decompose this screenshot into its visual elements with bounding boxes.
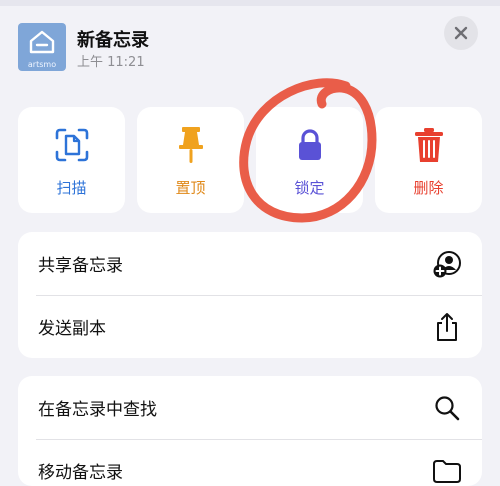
note-timestamp: 上午 11:21 [77,55,145,70]
lock-label: 锁定 [294,179,325,197]
move-note-item[interactable]: 移动备忘录 [18,439,482,486]
share-menu-group: 共享备忘录 发送副本 [18,232,482,358]
folder-icon [433,460,461,483]
scan-label: 扫描 [56,179,87,197]
send-copy-item[interactable]: 发送副本 [18,295,482,358]
house-logo-icon [29,30,55,54]
search-icon [435,396,460,421]
find-in-note-item[interactable]: 在备忘录中查找 [18,376,482,439]
find-in-note-label: 在备忘录中查找 [38,400,157,420]
delete-label: 删除 [413,179,444,197]
send-copy-label: 发送副本 [38,319,106,339]
note-header: artsmo 新备忘录 上午 11:21 [0,6,500,88]
quick-actions: 扫描 置顶 锁定 删除 [18,107,482,213]
move-note-label: 移动备忘录 [38,463,123,483]
scan-button[interactable]: 扫描 [18,107,125,213]
app-icon: artsmo [18,23,66,71]
scan-document-icon [55,128,88,162]
pin-label: 置顶 [175,179,206,197]
pin-button[interactable]: 置顶 [137,107,244,213]
share-person-icon [433,251,461,278]
close-button[interactable] [444,16,478,50]
lock-button[interactable]: 锁定 [256,107,363,213]
share-note-item[interactable]: 共享备忘录 [18,232,482,295]
trash-icon [414,128,443,162]
pin-icon [178,127,203,163]
lock-icon [298,129,321,160]
close-icon [454,26,468,40]
note-title: 新备忘录 [77,30,149,51]
find-menu-group: 在备忘录中查找 移动备忘录 [18,376,482,486]
share-note-label: 共享备忘录 [38,256,123,276]
app-icon-brand-text: artsmo [27,60,57,69]
share-upload-icon [437,313,457,341]
delete-button[interactable]: 删除 [375,107,482,213]
